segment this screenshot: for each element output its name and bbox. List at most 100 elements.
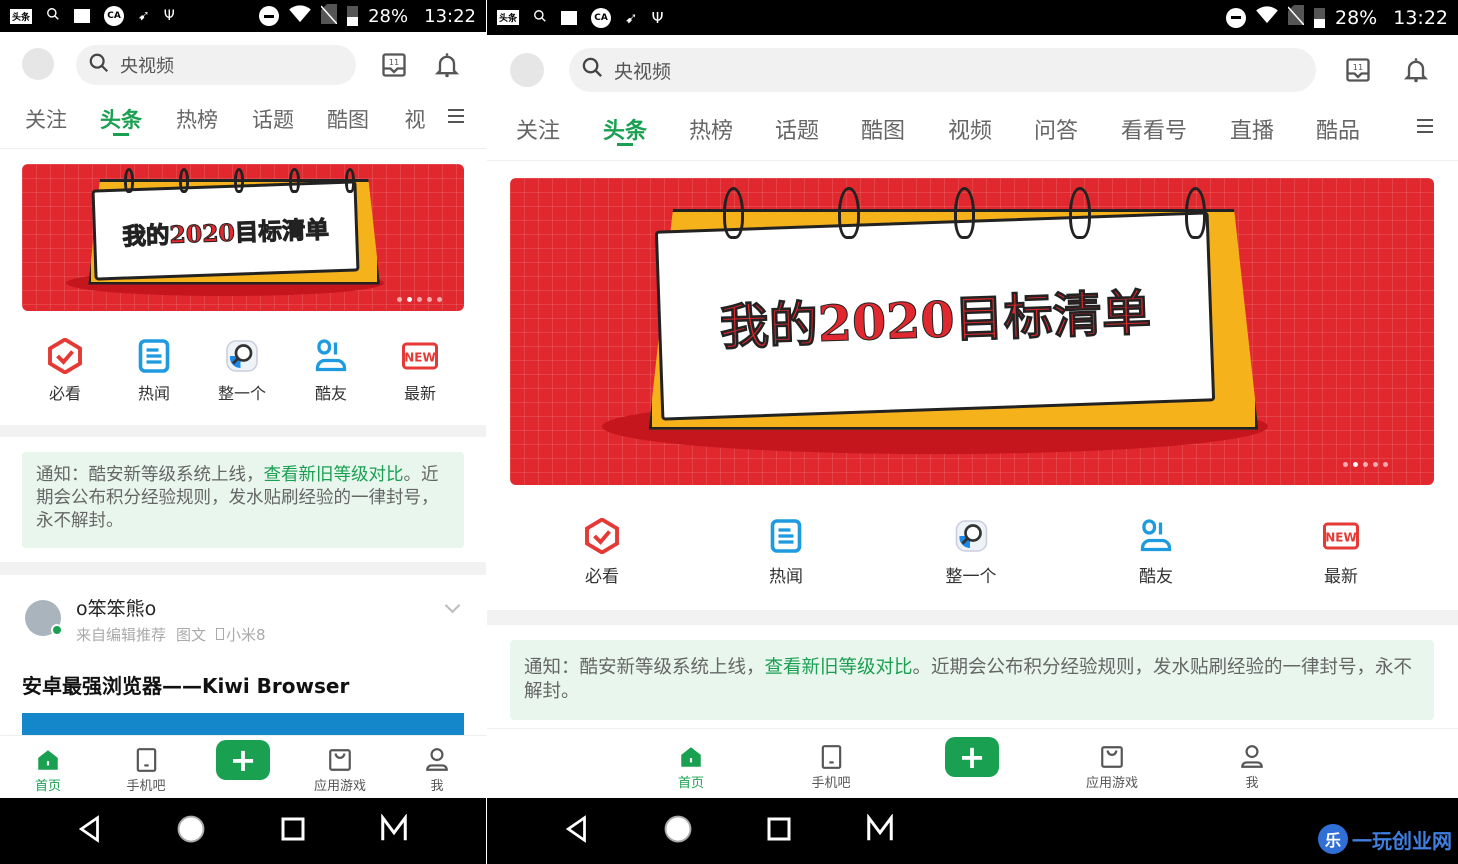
quick-entry-3[interactable]: 酷友 [313, 338, 349, 404]
back-icon[interactable] [75, 814, 105, 848]
battery-charging-icon [1314, 7, 1325, 28]
carousel-dot[interactable] [1382, 461, 1388, 467]
banner[interactable]: 我的2020目标清单 [510, 178, 1434, 485]
wifi-icon [289, 4, 311, 28]
coolapk-icon: CA [591, 7, 612, 28]
bottom-nav-1[interactable]: 手机吧 [811, 744, 851, 791]
user-icon [1239, 744, 1265, 770]
tab-3[interactable]: 话题 [775, 113, 819, 145]
notice-link[interactable]: 查看新旧等级对比 [264, 465, 404, 485]
tab-1[interactable]: 头条 [603, 113, 647, 145]
m-icon[interactable] [865, 813, 895, 848]
tab-4[interactable]: 酷图 [861, 113, 905, 145]
tab-0[interactable]: 关注 [516, 113, 560, 145]
home-circle-icon[interactable] [663, 814, 693, 848]
quick-entry-1[interactable]: 热闻 [768, 518, 804, 587]
m-icon[interactable] [379, 813, 409, 848]
post-plus-button[interactable]: + [945, 737, 999, 777]
notice-link[interactable]: 查看新旧等级对比 [765, 657, 913, 678]
quick-entry-0[interactable]: 必看 [584, 517, 620, 587]
quick-entry-4[interactable]: NEW 最新 [402, 338, 438, 404]
quick-entry-2[interactable]: 整一个 [946, 518, 997, 587]
bell-icon[interactable] [1402, 56, 1430, 88]
tab-divider [0, 148, 486, 149]
tab-7[interactable]: 看看号 [1121, 113, 1187, 145]
device-name: 小米8 [226, 626, 266, 644]
tab-menu-icon[interactable] [1417, 119, 1433, 133]
tab-9[interactable]: 酷品 [1316, 113, 1360, 145]
search-icon [88, 52, 110, 79]
carousel-dot[interactable] [1352, 461, 1358, 467]
tab-menu-icon[interactable] [448, 109, 464, 123]
new-badge-icon: NEW [402, 338, 438, 374]
bottom-nav-0[interactable]: 首页 [678, 744, 704, 791]
usb-icon: Ψ [163, 8, 175, 24]
coolapk-icon: CA [104, 6, 125, 26]
home-circle-icon[interactable] [176, 814, 206, 848]
tab-2[interactable]: 热榜 [176, 104, 218, 134]
tab-4[interactable]: 酷图 [327, 104, 369, 134]
search-input[interactable]: 央视频 [76, 45, 356, 85]
status-bar: 头条 CA ➹ Ψ 28% 13:22 [487, 0, 1458, 35]
tab-1[interactable]: 头条 [100, 104, 142, 134]
carousel-dot[interactable] [1372, 461, 1378, 467]
author-avatar[interactable] [25, 600, 63, 636]
bottom-nav-4[interactable]: 我 [1239, 744, 1265, 791]
tab-0[interactable]: 关注 [25, 104, 67, 134]
bottom-nav-0[interactable]: 首页 [35, 747, 61, 794]
phone-icon [133, 747, 159, 773]
check-shield-icon [584, 517, 620, 555]
tab-5[interactable]: 视 [405, 104, 426, 134]
post-plus-button[interactable]: + [216, 740, 270, 780]
recents-icon[interactable] [764, 814, 794, 848]
image-icon [561, 10, 578, 25]
quick-entry-3[interactable]: 酷友 [1138, 518, 1174, 587]
bell-icon[interactable] [433, 51, 461, 83]
quick-entry-label: 酷友 [314, 384, 347, 403]
dnd-icon [259, 6, 280, 26]
verified-icon [51, 624, 63, 636]
carousel-dot[interactable] [426, 297, 432, 303]
calendar-icon[interactable]: 11 [380, 51, 408, 83]
no-sim-icon [1287, 5, 1305, 30]
carousel-dot[interactable] [396, 297, 402, 303]
tab-5[interactable]: 视频 [948, 113, 992, 145]
bottom-nav-3[interactable]: 应用游戏 [1086, 744, 1138, 791]
post-type: 图文 [176, 626, 207, 644]
tab-8[interactable]: 直播 [1230, 113, 1274, 145]
avatar[interactable] [510, 53, 544, 87]
section-separator [0, 562, 486, 575]
carousel-dot[interactable] [436, 297, 442, 303]
quick-entry-2[interactable]: 整一个 [218, 338, 266, 404]
avatar[interactable] [22, 48, 54, 80]
bottom-nav-1[interactable]: 手机吧 [126, 747, 166, 794]
plus-icon: + [958, 738, 986, 776]
tab-2[interactable]: 热榜 [689, 113, 733, 145]
carousel-dot[interactable] [1362, 461, 1368, 467]
carousel-dot[interactable] [1342, 461, 1348, 467]
banner[interactable]: 我的2020目标清单 [22, 164, 464, 311]
tab-6[interactable]: 问答 [1034, 113, 1078, 145]
calendar-ring [289, 168, 300, 194]
recents-icon[interactable] [278, 814, 308, 848]
chevron-down-icon[interactable] [444, 597, 461, 614]
quick-entry-1[interactable]: 热闻 [136, 338, 172, 404]
tab-3[interactable]: 话题 [252, 104, 294, 134]
post-title[interactable]: 安卓最强浏览器——Kiwi Browser [22, 670, 349, 699]
quick-entry-4[interactable]: NEW 最新 [1323, 518, 1359, 587]
quick-entry-0[interactable]: 必看 [47, 337, 83, 404]
search-input[interactable]: 央视频 [569, 48, 1316, 92]
bottom-nav-3[interactable]: 应用游戏 [314, 747, 366, 794]
bottom-nav-4[interactable]: 我 [424, 747, 450, 794]
bottom-nav-label: 手机吧 [126, 779, 166, 794]
author-name[interactable]: o笨笨熊o [76, 594, 156, 621]
carousel-dot[interactable] [416, 297, 422, 303]
bottom-nav-label: 应用游戏 [313, 779, 367, 794]
carousel-dot[interactable] [406, 297, 412, 303]
active-tab-indicator [617, 143, 633, 146]
send-icon: ➹ [138, 8, 150, 24]
calendar-card: 我的2020目标清单 [654, 211, 1216, 421]
calendar-icon[interactable]: 11 [1344, 56, 1372, 88]
back-icon[interactable] [562, 814, 592, 848]
notice-box: 通知：酷安新等级系统上线，查看新旧等级对比。近期会公布积分经验规则，发水贴刷经验… [510, 640, 1434, 720]
